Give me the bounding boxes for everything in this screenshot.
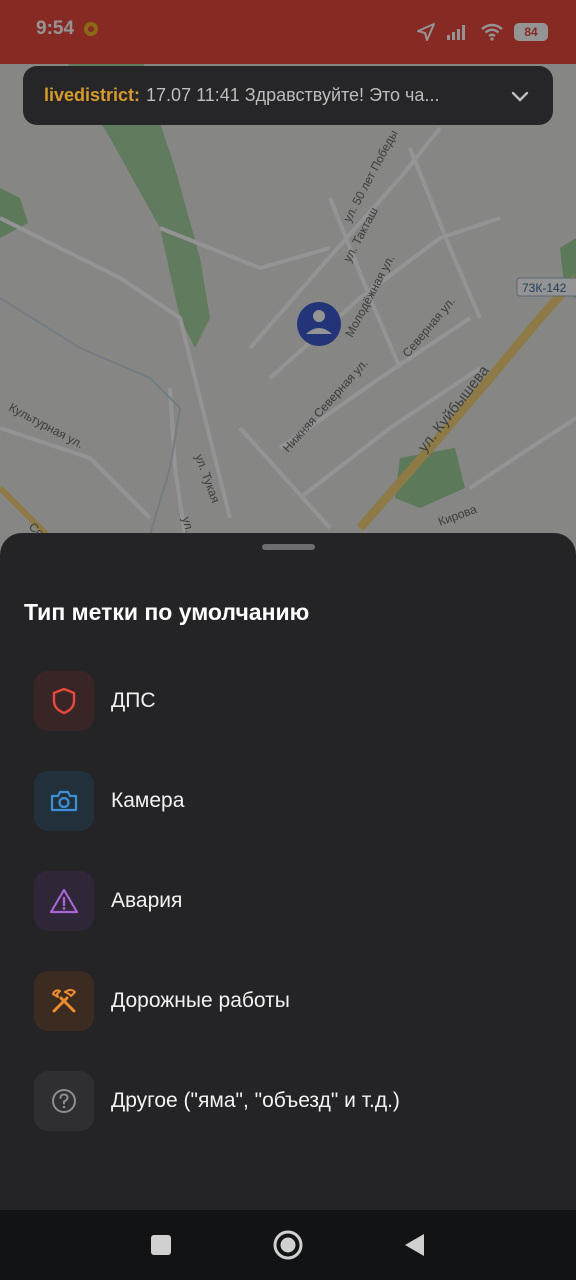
chat-message: 17.07 11:41 Здравствуйте! Это ча... [146, 85, 440, 105]
street-label: Молодёжная ул. [342, 252, 397, 339]
marker-type-other[interactable]: Другое ("яма", "объезд" и т.д.) [34, 1071, 554, 1131]
route-badge: 73К-142 [522, 281, 567, 295]
street-label: Кирова [436, 502, 479, 529]
street-label: Нижняя Северная ул. [280, 356, 371, 455]
back-triangle-icon [405, 1234, 424, 1256]
marker-type-label: Камера [111, 789, 185, 812]
square-icon [151, 1235, 171, 1255]
marker-type-accident[interactable]: Авария [34, 871, 554, 931]
recents-button[interactable] [146, 1230, 176, 1260]
street-label: Северная ул. [400, 294, 458, 360]
sheet-drag-handle[interactable] [262, 544, 315, 550]
chevron-down-icon[interactable] [509, 85, 531, 107]
marker-type-roadworks[interactable]: Дорожные работы [34, 971, 554, 1031]
shield-icon [34, 671, 94, 731]
map-canvas: ул. 50 лет Победы ул. Такташ Молодёжная … [0, 48, 576, 568]
user-location-marker[interactable] [297, 302, 341, 346]
home-button[interactable] [273, 1230, 303, 1260]
status-time: 9:54 [36, 18, 75, 39]
chat-username: livedistrict: [44, 85, 141, 105]
warning-icon [34, 871, 94, 931]
marker-type-label: Дорожные работы [111, 989, 290, 1012]
battery-icon: 84 [514, 23, 548, 41]
chat-banner[interactable]: livedistrict: 17.07 11:41 Здравствуйте! … [23, 66, 553, 125]
question-icon [34, 1071, 94, 1131]
status-bar: 9:54 84 [0, 0, 576, 64]
signal-icon [447, 25, 465, 40]
marker-type-label: Другое ("яма", "объезд" и т.д.) [111, 1089, 400, 1112]
wifi-icon [481, 23, 503, 41]
sheet-title: Тип метки по умолчанию [24, 599, 310, 625]
marker-type-sheet: Тип метки по умолчанию ДПС Камера Авария [0, 533, 576, 1210]
street-label: ул. [179, 515, 197, 534]
map-view[interactable]: ул. 50 лет Победы ул. Такташ Молодёжная … [0, 48, 576, 568]
camera-icon [34, 771, 94, 831]
marker-type-dps[interactable]: ДПС [34, 671, 554, 731]
back-button[interactable] [399, 1230, 429, 1260]
tools-icon [34, 971, 94, 1031]
marker-type-camera[interactable]: Камера [34, 771, 554, 831]
notification-icon [84, 22, 98, 36]
system-nav-bar [0, 1210, 576, 1280]
marker-type-label: Авария [111, 889, 183, 912]
home-circle-icon [273, 1230, 303, 1260]
street-label: ул. Куйбышева [415, 362, 493, 456]
location-arrow-icon [417, 23, 435, 41]
marker-type-label: ДПС [111, 689, 156, 712]
